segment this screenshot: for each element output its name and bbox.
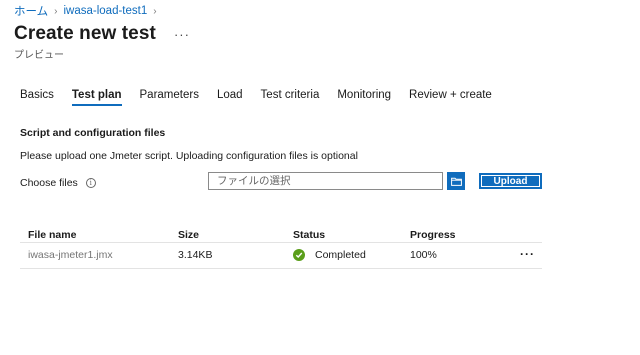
breadcrumb-home-link[interactable]: ホーム (14, 3, 48, 19)
tab-parameters[interactable]: Parameters (140, 89, 199, 106)
upload-button-label: Upload (481, 175, 540, 187)
status-cell: Completed (293, 245, 366, 265)
table-row[interactable]: iwasa-jmeter1.jmx 3.14KB Completed 100% … (20, 245, 542, 269)
status-text: Completed (315, 249, 366, 261)
info-icon[interactable]: i (85, 178, 96, 188)
tab-load[interactable]: Load (217, 89, 243, 106)
choose-files-text: Choose files (20, 177, 78, 189)
column-header-file-name: File name (28, 229, 77, 241)
tab-basics[interactable]: Basics (20, 89, 54, 106)
progress-cell: 100% (410, 249, 437, 261)
table-header: File name Size Status Progress (20, 225, 542, 243)
column-header-status: Status (293, 229, 326, 241)
tab-test-criteria[interactable]: Test criteria (261, 89, 320, 106)
browse-folder-button[interactable] (447, 172, 465, 190)
chevron-right-icon: › (153, 5, 157, 17)
column-header-progress: Progress (410, 229, 456, 241)
chevron-right-icon: › (54, 5, 58, 17)
page-subtitle: プレビュー (14, 50, 64, 61)
row-more-options-button[interactable]: ··· (520, 245, 535, 263)
section-title: Script and configuration files (20, 127, 166, 139)
page-title: Create new test (14, 23, 156, 44)
file-name-cell: iwasa-jmeter1.jmx (28, 249, 113, 261)
file-select-input[interactable] (208, 172, 443, 190)
more-options-button[interactable]: ··· (174, 27, 190, 42)
title-row: Create new test ··· (14, 23, 190, 45)
checkmark-icon (293, 249, 305, 261)
tab-test-plan[interactable]: Test plan (71, 89, 122, 106)
breadcrumb-resource-link[interactable]: iwasa-load-test1 (64, 5, 148, 17)
tab-review-create[interactable]: Review + create (409, 89, 492, 106)
column-header-size: Size (178, 229, 200, 241)
breadcrumb: ホーム › iwasa-load-test1 › (14, 3, 163, 19)
upload-button[interactable]: Upload (479, 173, 542, 189)
tab-monitoring[interactable]: Monitoring (337, 89, 391, 106)
section-description: Please upload one Jmeter script. Uploadi… (20, 150, 358, 162)
size-cell: 3.14KB (178, 249, 213, 261)
tab-bar: Basics Test plan Parameters Load Test cr… (20, 89, 510, 106)
folder-icon (450, 177, 462, 186)
choose-files-label: Choose files i (20, 177, 96, 189)
